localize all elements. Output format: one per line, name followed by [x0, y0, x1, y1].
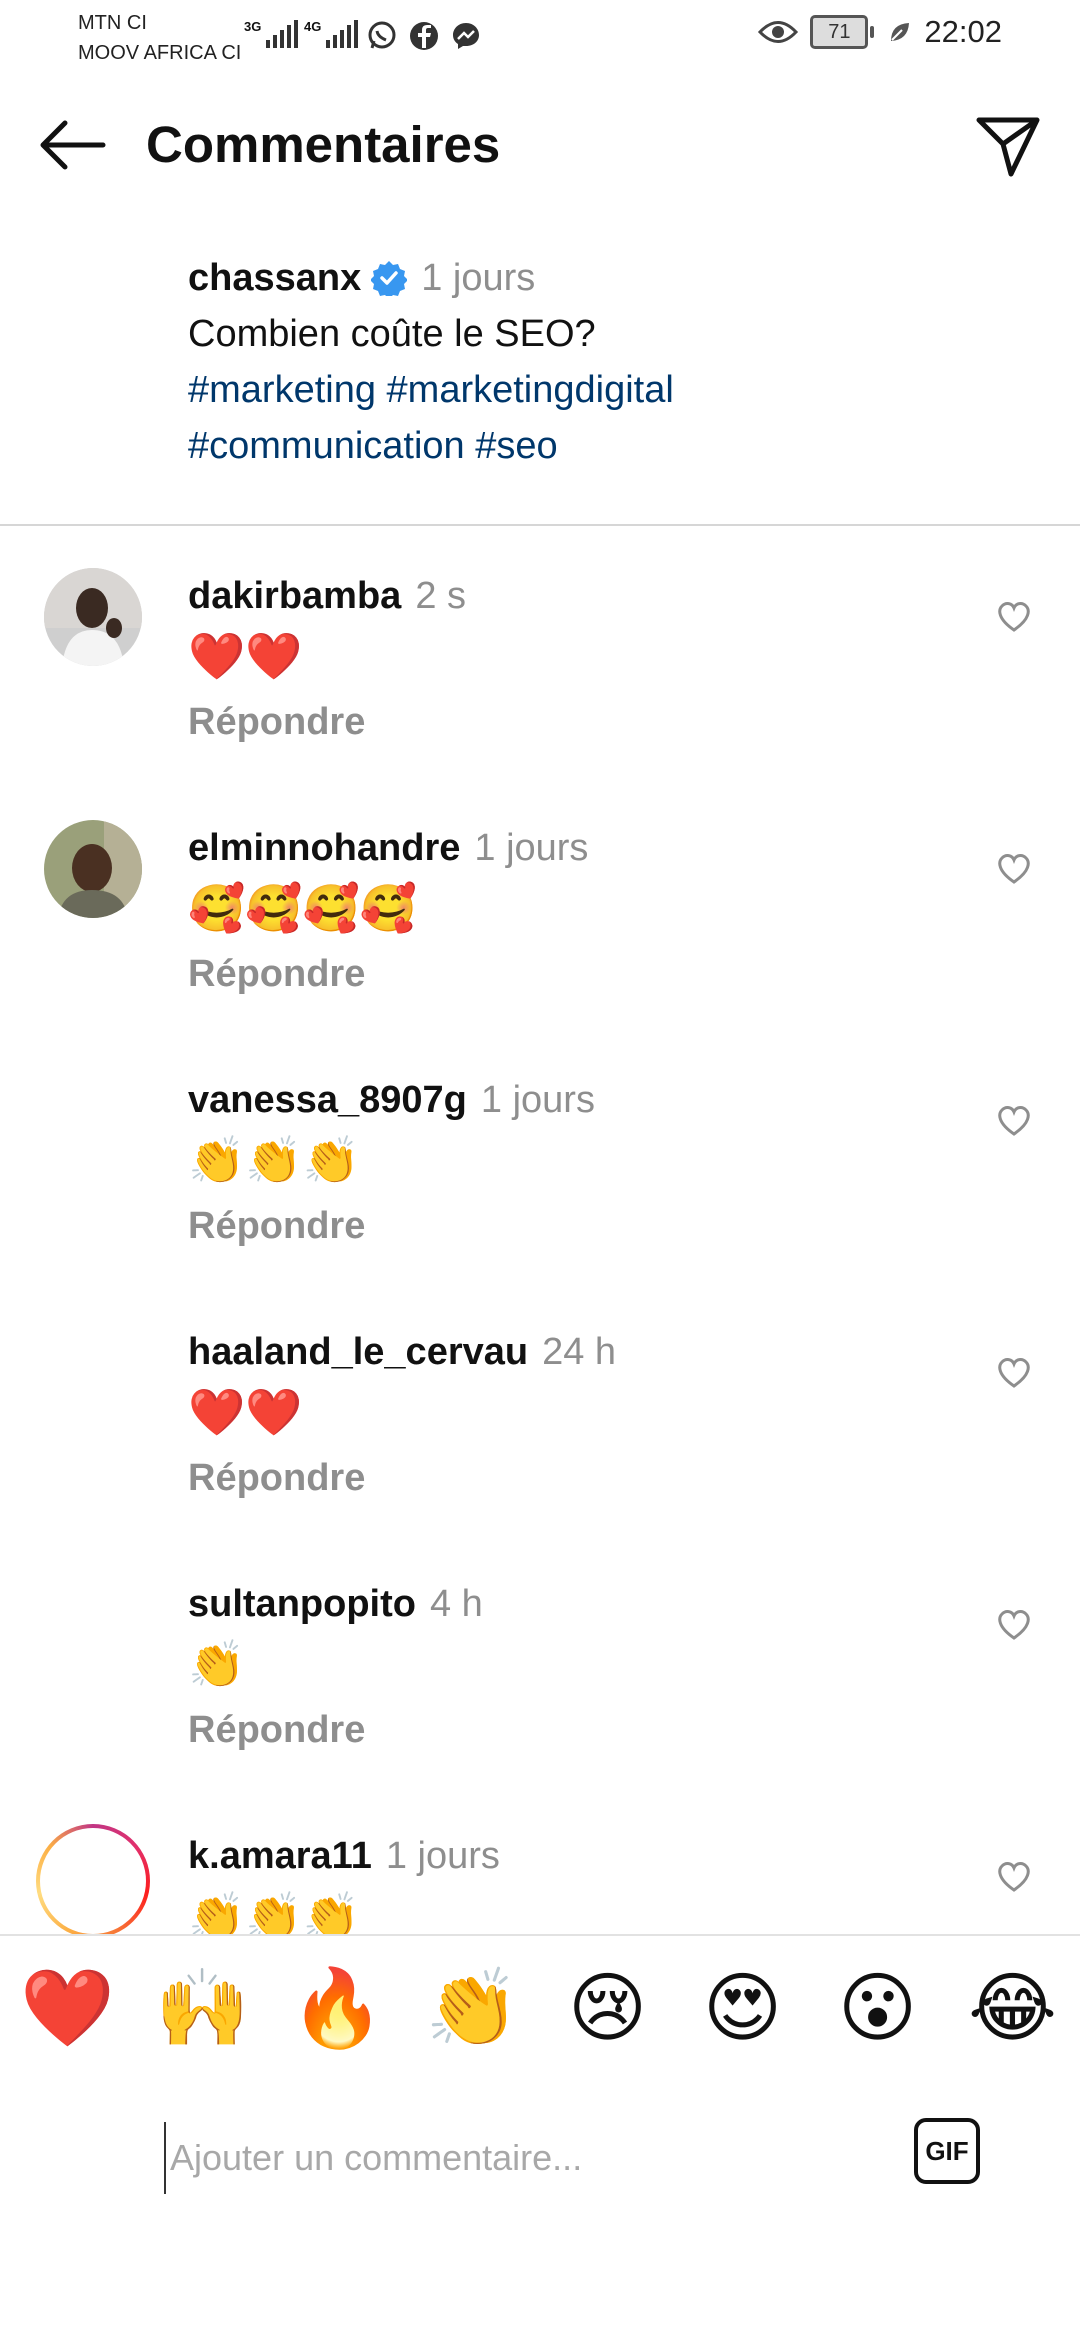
reply-button[interactable]: Répondre	[188, 1198, 948, 1254]
share-button[interactable]	[972, 110, 1044, 182]
comment-item: sultanpopito 4 h 👏 Répondre	[0, 1576, 1080, 1826]
network-type-1: 3G	[244, 19, 262, 34]
comment-text: ❤️❤️	[188, 1386, 303, 1438]
emoji-quick-bar: ❤️ 🙌 🔥 👏 😢 😍 😮 😂	[0, 1934, 1080, 2084]
comment-username[interactable]: sultanpopito	[188, 1583, 416, 1625]
comment-time: 1 jours	[385, 1835, 500, 1877]
network-type-2: 4G	[304, 19, 322, 34]
comment-time: 1 jours	[474, 827, 589, 869]
like-button[interactable]	[992, 1602, 1036, 1646]
heart-outline-icon	[998, 1610, 1030, 1640]
back-button[interactable]	[36, 112, 108, 178]
comment-composer: GIF	[0, 2082, 1080, 2232]
caption-text: Combien coûte le SEO?	[188, 313, 596, 355]
comment-text: 👏👏👏	[188, 1890, 360, 1934]
page-title: Commentaires	[146, 116, 501, 173]
avatar[interactable]	[44, 568, 142, 666]
comment-item: dakirbamba 2 s ❤️❤️ Répondre	[0, 568, 1080, 818]
emoji-raised-hands-button[interactable]: 🙌	[148, 1964, 258, 2054]
comment-username[interactable]: k.amara11	[188, 1835, 372, 1877]
arrow-left-icon	[40, 120, 106, 170]
avatar[interactable]	[44, 820, 142, 918]
heart-outline-icon	[998, 854, 1030, 884]
emoji-surprised-button[interactable]: 😮	[823, 1964, 933, 2054]
caption-time: 1 jours	[421, 257, 536, 299]
status-bar: MTN CI MOOV AFRICA CI 3G 4G 71 22:02	[0, 0, 1080, 72]
reply-button[interactable]: Répondre	[188, 946, 948, 1002]
comment-time: 2 s	[415, 575, 467, 617]
caption-hashtags-2[interactable]: #communication #seo	[188, 418, 1008, 474]
avatar-image	[44, 820, 142, 918]
comment-text: 👏👏👏	[188, 1134, 360, 1186]
heart-outline-icon	[998, 602, 1030, 632]
like-button[interactable]	[992, 1854, 1036, 1898]
reply-button[interactable]: Répondre	[188, 694, 948, 750]
battery-icon: 71	[810, 15, 875, 49]
verified-badge-icon	[371, 261, 408, 296]
emoji-crying-button[interactable]: 😢	[553, 1964, 663, 2054]
comment-username[interactable]: elminnohandre	[188, 827, 460, 869]
emoji-clap-button[interactable]: 👏	[418, 1964, 528, 2054]
signal-1-icon: 3G	[244, 18, 299, 48]
emoji-fire-button[interactable]: 🔥	[283, 1964, 393, 2054]
comment-item: vanessa_8907g 1 jours 👏👏👏 Répondre	[0, 1072, 1080, 1322]
emoji-laughing-button[interactable]: 😂	[958, 1964, 1068, 2054]
signal-2-icon: 4G	[304, 18, 359, 48]
emoji-heart-button[interactable]: ❤️	[13, 1964, 123, 2054]
comment-item: elminnohandre 1 jours 🥰🥰🥰🥰 Répondre	[0, 820, 1080, 1070]
comment-text: 🥰🥰🥰🥰	[188, 882, 418, 934]
app-header: Commentaires	[0, 72, 1080, 214]
comment-time: 4 h	[429, 1583, 483, 1625]
like-button[interactable]	[992, 1350, 1036, 1394]
leaf-icon	[891, 23, 910, 41]
comment-item: k.amara11 1 jours 👏👏👏	[0, 1824, 1080, 1934]
like-button[interactable]	[992, 1098, 1036, 1142]
clock: 22:02	[924, 14, 1002, 49]
comment-username[interactable]: vanessa_8907g	[188, 1079, 467, 1121]
whatsapp-icon	[368, 21, 396, 49]
divider	[0, 524, 1080, 526]
emoji-heart-eyes-button[interactable]: 😍	[688, 1964, 798, 2054]
send-icon	[976, 117, 1040, 177]
reply-button[interactable]: Répondre	[188, 1702, 948, 1758]
comment-input[interactable]	[164, 2122, 872, 2194]
messenger-icon	[453, 23, 479, 49]
eye-icon	[758, 21, 799, 43]
heart-outline-icon	[998, 1106, 1030, 1136]
comment-time: 1 jours	[480, 1079, 595, 1121]
carrier-1: MTN CI	[78, 12, 147, 34]
reply-button[interactable]: Répondre	[188, 1450, 948, 1506]
status-right: 71 22:02	[758, 14, 1002, 50]
gif-button[interactable]: GIF	[914, 2118, 980, 2184]
caption-username[interactable]: chassanx	[188, 250, 361, 306]
carrier-2: MOOV AFRICA CI	[78, 42, 242, 64]
carrier-names: MTN CI MOOV AFRICA CI	[78, 8, 241, 68]
caption-hashtags-1[interactable]: #marketing #marketingdigital	[188, 362, 1008, 418]
comment-username[interactable]: dakirbamba	[188, 575, 401, 617]
post-caption: chassanx 1 jours Combien coûte le SEO? #…	[188, 250, 1008, 474]
heart-outline-icon	[998, 1862, 1030, 1892]
comment-text: 👏	[188, 1638, 246, 1690]
avatar-image	[44, 568, 142, 666]
like-button[interactable]	[992, 846, 1036, 890]
heart-outline-icon	[998, 1358, 1030, 1388]
comment-item: haaland_le_cervau 24 h ❤️❤️ Répondre	[0, 1324, 1080, 1574]
facebook-icon	[410, 22, 438, 50]
comment-username[interactable]: haaland_le_cervau	[188, 1331, 528, 1373]
like-button[interactable]	[992, 594, 1036, 638]
comment-time: 24 h	[542, 1331, 617, 1373]
comment-text: ❤️❤️	[188, 630, 303, 682]
story-ring-avatar[interactable]	[36, 1824, 150, 1934]
